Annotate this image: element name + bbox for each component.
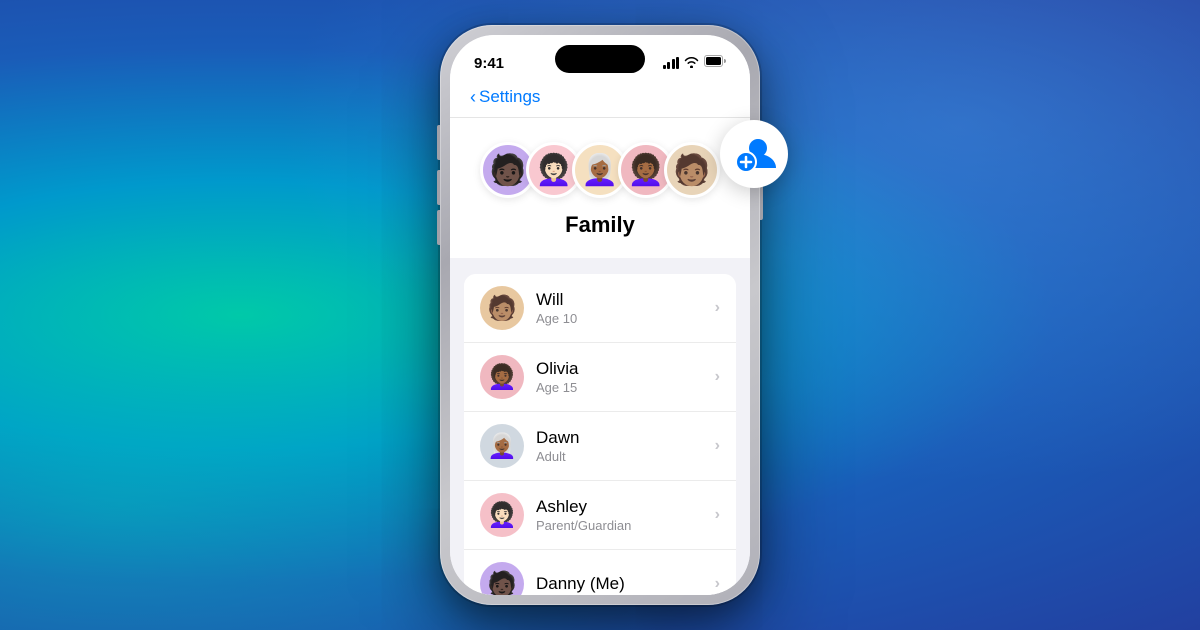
member-info-ashley: Ashley Parent/Guardian	[536, 496, 715, 535]
signal-bar-3	[672, 59, 675, 69]
family-member-danny[interactable]: 🧑🏿 Danny (Me) ›	[464, 550, 736, 595]
signal-bar-4	[676, 57, 679, 69]
chevron-right-icon: ›	[715, 437, 720, 455]
wifi-icon	[684, 56, 699, 71]
avatar-section: 🧑🏿 👩🏻‍🦱 👩🏾‍🦳 👩🏾‍🦱 🧑🏽 Family	[450, 118, 750, 258]
family-member-olivia[interactable]: 👩🏾‍🦱 Olivia Age 15 ›	[464, 343, 736, 412]
member-name-danny: Danny (Me)	[536, 573, 715, 595]
status-icons	[663, 54, 727, 72]
member-name-olivia: Olivia	[536, 358, 715, 380]
chevron-right-icon: ›	[715, 299, 720, 317]
member-age-will: Age 10	[536, 311, 715, 328]
member-age-olivia: Age 15	[536, 380, 715, 397]
family-avatar-5: 🧑🏽	[664, 142, 720, 198]
signal-bar-1	[663, 65, 666, 69]
chevron-right-icon: ›	[715, 506, 720, 524]
add-person-icon	[730, 130, 778, 178]
chevron-right-icon: ›	[715, 368, 720, 386]
member-avatar-dawn: 👩🏾‍🦳	[480, 424, 524, 468]
status-time: 9:41	[474, 55, 504, 72]
phone-screen: 9:41	[450, 35, 750, 595]
member-name-will: Will	[536, 289, 715, 311]
status-bar: 9:41	[450, 35, 750, 79]
member-avatar-will: 🧑🏽	[480, 286, 524, 330]
back-button[interactable]: ‹ Settings	[470, 87, 540, 107]
family-member-dawn[interactable]: 👩🏾‍🦳 Dawn Adult ›	[464, 412, 736, 481]
member-name-dawn: Dawn	[536, 427, 715, 449]
member-name-ashley: Ashley	[536, 496, 715, 518]
member-info-will: Will Age 10	[536, 289, 715, 328]
back-chevron-icon: ‹	[470, 88, 476, 106]
battery-icon	[704, 54, 726, 72]
avatar-row: 🧑🏿 👩🏻‍🦱 👩🏾‍🦳 👩🏾‍🦱 🧑🏽	[480, 142, 720, 198]
signal-bar-2	[667, 62, 670, 69]
member-info-danny: Danny (Me)	[536, 573, 715, 595]
member-avatar-ashley: 👩🏻‍🦱	[480, 493, 524, 537]
dynamic-island	[555, 45, 645, 73]
member-avatar-danny: 🧑🏿	[480, 562, 524, 595]
family-member-ashley[interactable]: 👩🏻‍🦱 Ashley Parent/Guardian ›	[464, 481, 736, 550]
family-title: Family	[565, 212, 635, 238]
back-label: Settings	[479, 87, 540, 107]
member-age-ashley: Parent/Guardian	[536, 518, 715, 535]
family-list: 🧑🏽 Will Age 10 › 👩🏾‍🦱 Olivia Age 15 ›	[464, 274, 736, 595]
phone-container: 9:41	[440, 25, 760, 605]
main-content: 🧑🏿 👩🏻‍🦱 👩🏾‍🦳 👩🏾‍🦱 🧑🏽 Family 🧑🏽 Will Age …	[450, 118, 750, 595]
member-info-dawn: Dawn Adult	[536, 427, 715, 466]
family-member-will[interactable]: 🧑🏽 Will Age 10 ›	[464, 274, 736, 343]
member-age-dawn: Adult	[536, 449, 715, 466]
chevron-right-icon: ›	[715, 575, 720, 593]
member-avatar-olivia: 👩🏾‍🦱	[480, 355, 524, 399]
add-member-button[interactable]	[720, 120, 788, 188]
signal-bars-icon	[663, 57, 680, 69]
member-info-olivia: Olivia Age 15	[536, 358, 715, 397]
nav-bar: ‹ Settings	[450, 79, 750, 118]
